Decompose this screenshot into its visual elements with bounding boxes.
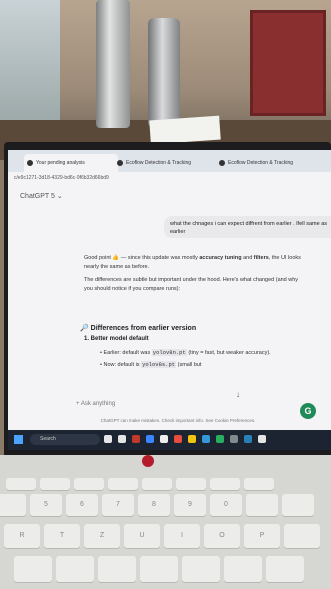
section-heading: 🔎 Differences from earlier version bbox=[80, 324, 196, 332]
keyboard-key[interactable] bbox=[210, 478, 240, 490]
browser-tab[interactable]: Your pending analysis bbox=[24, 154, 118, 172]
taskbar-app-icon[interactable] bbox=[202, 435, 210, 443]
keyboard-key[interactable] bbox=[282, 494, 314, 516]
taskbar-app-icon[interactable] bbox=[244, 435, 252, 443]
reply-bold: filters bbox=[253, 255, 269, 261]
keyboard-key[interactable]: T bbox=[44, 524, 80, 548]
taskbar-app-icon[interactable] bbox=[132, 435, 140, 443]
list-item: • Earlier: default was yolov8n.pt (tiny … bbox=[100, 349, 271, 356]
tab-favicon-icon bbox=[219, 160, 225, 166]
taskbar: Search bbox=[8, 430, 331, 450]
browser-tab[interactable]: Ecoflow Detection & Tracking bbox=[216, 154, 322, 172]
tab-label: Your pending analysis bbox=[36, 160, 85, 166]
taskbar-search[interactable]: Search bbox=[30, 434, 100, 445]
window bbox=[0, 0, 60, 130]
keyboard-key[interactable] bbox=[6, 478, 36, 490]
keyboard-key[interactable] bbox=[74, 478, 104, 490]
paper-sheet bbox=[149, 115, 221, 145]
keyboard-key[interactable]: U bbox=[124, 524, 160, 548]
keyboard-key[interactable] bbox=[40, 478, 70, 490]
bullet-text: Earlier: default was bbox=[103, 350, 152, 356]
edge-icon[interactable] bbox=[146, 435, 154, 443]
taskbar-app-icon[interactable] bbox=[174, 435, 182, 443]
reply-line: nearly the same as before. bbox=[84, 264, 150, 270]
keyboard-key[interactable] bbox=[0, 494, 26, 516]
inline-code: yolov8n.pt bbox=[151, 349, 187, 356]
reply-text: , the UI looks bbox=[268, 255, 301, 261]
chrome-icon[interactable] bbox=[216, 435, 224, 443]
browser-tab[interactable]: Ecoflow Detection & Tracking bbox=[114, 154, 216, 172]
tab-label: Ecoflow Detection & Tracking bbox=[228, 160, 294, 166]
keyboard-key[interactable] bbox=[224, 556, 262, 582]
chat-input[interactable]: + Ask anything bbox=[76, 394, 331, 414]
url-bar[interactable]: c/e9c1271-3d18-4329-bd6c-9f6b32d66bd9 bbox=[8, 172, 331, 184]
keyboard-key[interactable]: 6 bbox=[66, 494, 98, 516]
tab-favicon-icon bbox=[27, 160, 33, 166]
reply-text: Good point 👍 — since this update was mos… bbox=[84, 255, 200, 261]
bullet-text: (tiny = fast, but weaker accuracy). bbox=[186, 350, 271, 356]
magnifier-icon: 🔎 bbox=[80, 325, 89, 332]
inline-code: yolov8s.pt bbox=[141, 361, 177, 368]
laptop-screen: Your pending analysis Ecoflow Detection … bbox=[8, 150, 331, 450]
keyboard-key[interactable] bbox=[14, 556, 52, 582]
browser-tab-bar: Your pending analysis Ecoflow Detection … bbox=[8, 150, 331, 172]
tab-label: Ecoflow Detection & Tracking bbox=[126, 160, 192, 166]
keyboard-key[interactable] bbox=[142, 478, 172, 490]
keyboard-key[interactable]: P bbox=[244, 524, 280, 548]
keyboard-key[interactable] bbox=[266, 556, 304, 582]
reply-paragraph: Good point 👍 — since this update was mos… bbox=[84, 254, 301, 262]
keyboard-key[interactable]: 8 bbox=[138, 494, 170, 516]
reply-line: you should notice if you compare runs): bbox=[84, 286, 180, 292]
keyboard-key[interactable]: Z bbox=[84, 524, 120, 548]
keyboard-key[interactable]: 9 bbox=[174, 494, 206, 516]
list-item: • Now: default is yolov8s.pt (small but bbox=[100, 361, 202, 368]
grammarly-icon[interactable]: G bbox=[300, 403, 316, 419]
keyboard-key[interactable]: 7 bbox=[102, 494, 134, 516]
section-heading-text: Differences from earlier version bbox=[90, 325, 197, 332]
keyboard-key[interactable] bbox=[108, 478, 138, 490]
keyboard-key[interactable] bbox=[284, 524, 320, 548]
list-heading: 1. Better model default bbox=[84, 336, 149, 342]
model-selector[interactable]: ChatGPT 5 ⌄ bbox=[20, 192, 63, 200]
reply-line: The differences are subtle but important… bbox=[84, 277, 299, 283]
keyboard-key[interactable] bbox=[246, 494, 278, 516]
keyboard-key[interactable] bbox=[56, 556, 94, 582]
keyboard-key[interactable] bbox=[98, 556, 136, 582]
keyboard-key[interactable] bbox=[176, 478, 206, 490]
keyboard-key[interactable]: 5 bbox=[30, 494, 62, 516]
laptop-logo bbox=[142, 455, 154, 467]
taskbar-app-icon[interactable] bbox=[188, 435, 196, 443]
keyboard-key[interactable]: R bbox=[4, 524, 40, 548]
windows-start-icon[interactable] bbox=[14, 435, 23, 444]
keyboard-key[interactable]: 0 bbox=[210, 494, 242, 516]
tab-favicon-icon bbox=[117, 160, 123, 166]
keyboard-key[interactable]: O bbox=[204, 524, 240, 548]
taskbar-app-icon[interactable] bbox=[118, 435, 126, 443]
user-message: what the chnages i can expect diffrent f… bbox=[164, 216, 331, 238]
steel-bottle bbox=[96, 0, 130, 128]
taskbar-app-icon[interactable] bbox=[230, 435, 238, 443]
taskbar-app-icon[interactable] bbox=[160, 435, 168, 443]
keyboard-key[interactable] bbox=[140, 556, 178, 582]
keyboard-key[interactable] bbox=[244, 478, 274, 490]
keyboard-key[interactable]: I bbox=[164, 524, 200, 548]
reply-bold: accuracy tuning bbox=[199, 255, 242, 261]
keyboard-key[interactable] bbox=[182, 556, 220, 582]
red-cabinet bbox=[250, 10, 326, 116]
taskbar-app-icon[interactable] bbox=[104, 435, 112, 443]
taskbar-app-icon[interactable] bbox=[258, 435, 266, 443]
reply-text: and bbox=[241, 255, 254, 261]
disclaimer-footer: ChatGPT can make mistakes. Check importa… bbox=[100, 418, 256, 423]
bullet-text: Now: default is bbox=[103, 362, 142, 368]
steel-bottle bbox=[148, 18, 180, 126]
bullet-text: (small but bbox=[176, 362, 202, 368]
